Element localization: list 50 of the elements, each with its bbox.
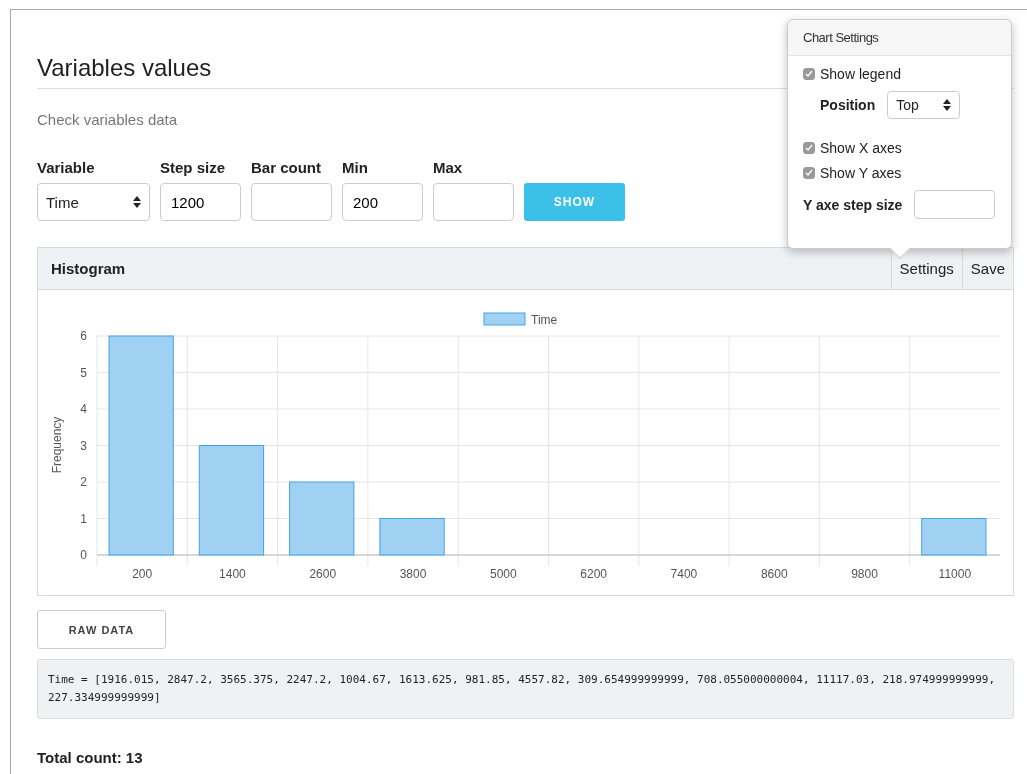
x-tick-label: 5000 (490, 567, 517, 581)
x-tick-label: 1400 (219, 567, 246, 581)
input-field[interactable]: 200 (342, 183, 423, 221)
input-field[interactable] (433, 183, 514, 221)
popover-title: Chart Settings (788, 20, 1011, 56)
field-label: Step size (160, 159, 227, 176)
x-tick-label: 200 (132, 567, 153, 581)
checkbox[interactable] (803, 68, 815, 80)
panel-title: Histogram (50, 260, 127, 277)
x-tick-label: 2600 (309, 567, 337, 581)
x-tick-label: 11000 (938, 567, 972, 581)
input-field[interactable]: 1200 (160, 183, 241, 221)
checkbox-label: Show legend (803, 66, 996, 82)
histogram-bar (921, 518, 987, 556)
variable-select[interactable]: Time (37, 183, 150, 221)
field-label: Y axe step size (803, 196, 903, 213)
input-field[interactable] (914, 190, 996, 219)
x-tick-label: 7400 (670, 567, 698, 581)
y-tick-label: 1 (80, 511, 87, 526)
checkbox-label: Show Y axes (803, 165, 996, 181)
histogram-bar (379, 518, 445, 556)
checkbox[interactable] (803, 142, 815, 154)
legend-swatch (483, 312, 526, 326)
y-tick-label: 3 (80, 438, 87, 453)
field-label: Bar count (251, 159, 322, 176)
y-tick-label: 6 (80, 329, 87, 343)
raw-data-code: Time = [1916.015, 2847.2, 3565.375, 2247.2, 1004.67, 1613.625, 981.85, 4557.82, 309.654999999999, 708.055000000004, 11117.03, 218.974999999999, 227.334999999999] (37, 659, 1014, 719)
position-select[interactable]: Top (887, 91, 961, 119)
x-tick-label: 8600 (760, 567, 788, 581)
field-label: Min (342, 159, 369, 176)
caret-icon (133, 196, 141, 208)
field-label: Max (433, 159, 464, 176)
x-tick-label: 9800 (851, 567, 878, 581)
field-label: Variable (37, 159, 96, 176)
y-tick-label: 2 (80, 475, 87, 489)
x-tick-label: 3800 (399, 567, 427, 581)
checkbox-label: Show X axes (803, 140, 996, 156)
x-tick-label: 6200 (580, 567, 607, 581)
y-axis-label: Frequency (50, 416, 64, 474)
raw-data-button[interactable]: RAW DATA (37, 610, 166, 649)
total-count: Total count: 13 (37, 749, 144, 766)
y-tick-label: 4 (80, 402, 87, 416)
checkbox[interactable] (803, 167, 815, 179)
page-subtitle: Check variables data (37, 111, 179, 128)
y-tick-label: 0 (80, 548, 87, 562)
caret-icon (943, 99, 952, 111)
input-field[interactable] (251, 183, 332, 221)
field-label: Position (820, 97, 876, 113)
y-tick-label: 5 (80, 365, 87, 380)
legend-label: Time (531, 313, 558, 327)
